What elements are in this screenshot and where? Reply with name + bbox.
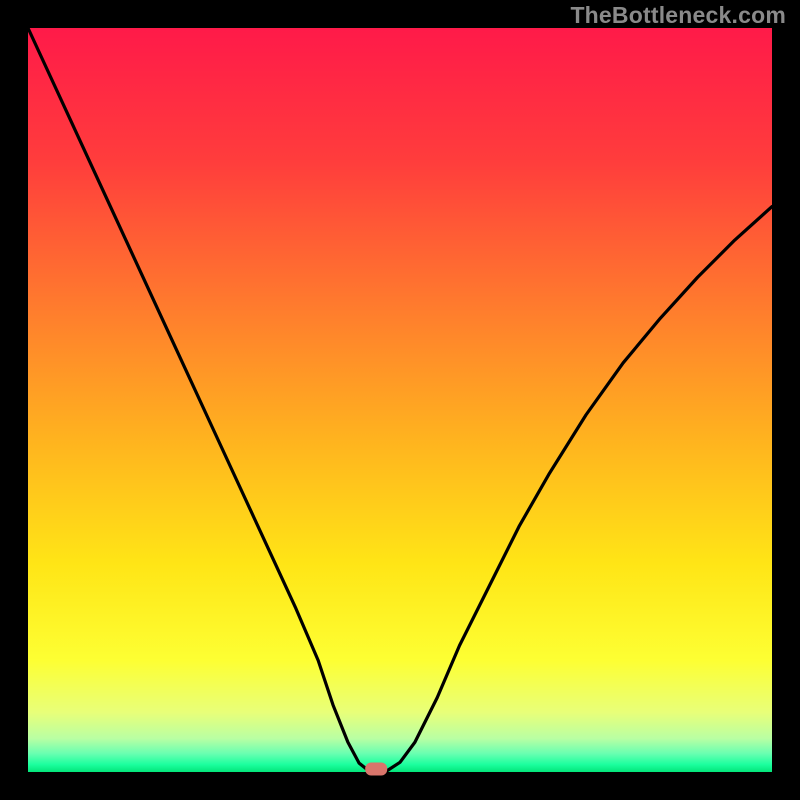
plot-background — [28, 28, 772, 772]
chart-container: TheBottleneck.com — [0, 0, 800, 800]
optimum-marker — [365, 763, 387, 776]
watermark-text: TheBottleneck.com — [570, 2, 786, 29]
bottleneck-chart — [0, 0, 800, 800]
